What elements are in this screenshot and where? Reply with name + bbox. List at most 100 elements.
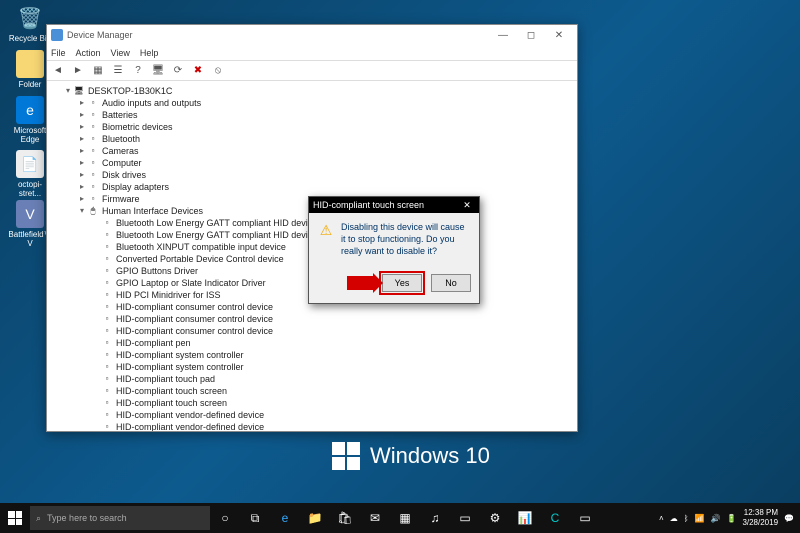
back-button[interactable]: ◄ [49, 63, 67, 79]
device-icon: ▫ [101, 362, 113, 372]
no-button[interactable]: No [431, 274, 471, 292]
tree-category[interactable]: ▸▫Computer [53, 157, 571, 169]
tree-device[interactable]: ▫HID-compliant consumer control device [53, 325, 571, 337]
taskbar-app2[interactable]: ♫ [420, 503, 450, 533]
confirm-dialog: HID-compliant touch screen ✕ ⚠ Disabling… [308, 196, 480, 304]
taskview-icon[interactable]: ⧉ [240, 503, 270, 533]
tray-cloud-icon[interactable]: ☁ [670, 514, 678, 523]
edge-icon: e [16, 96, 44, 124]
close-button[interactable]: ✕ [545, 26, 573, 44]
device-icon: ▫ [101, 266, 113, 276]
tray-battery-icon[interactable]: 🔋 [726, 514, 736, 523]
search-placeholder: Type here to search [47, 513, 127, 523]
help-button[interactable]: ? [129, 63, 147, 79]
taskbar-app6[interactable]: C [540, 503, 570, 533]
category-icon: ▫ [87, 158, 99, 168]
tree-device[interactable]: ▫HID-compliant vendor-defined device [53, 409, 571, 421]
tree-root[interactable]: ▾🖥DESKTOP-1B30K1C [53, 85, 571, 97]
tree-device[interactable]: ▫HID-compliant pen [53, 337, 571, 349]
tray-up-icon[interactable]: ˄ [659, 514, 664, 523]
category-icon: ▫ [87, 182, 99, 192]
taskbar: ⌕ Type here to search ○ ⧉ e 📁 🛍 ✉ ▦ ♫ ▭ … [0, 503, 800, 533]
titlebar[interactable]: Device Manager — ◻ ✕ [47, 25, 577, 45]
start-button[interactable] [0, 503, 30, 533]
uninstall-button[interactable]: ⦸ [209, 63, 227, 79]
minimize-button[interactable]: — [489, 26, 517, 44]
tree-category[interactable]: ▸▫Audio inputs and outputs [53, 97, 571, 109]
taskbar-edge[interactable]: e [270, 503, 300, 533]
system-tray[interactable]: ˄ ☁ ᛒ 📶 🔊 🔋 12:38 PM 3/28/2019 💬 [653, 508, 800, 528]
taskbar-app7[interactable]: ▭ [570, 503, 600, 533]
tree-category[interactable]: ▸▫Biometric devices [53, 121, 571, 133]
device-icon: ▫ [101, 290, 113, 300]
device-icon: ▫ [101, 314, 113, 324]
taskbar-mail[interactable]: ✉ [360, 503, 390, 533]
device-icon: ▫ [101, 230, 113, 240]
dialog-close-button[interactable]: ✕ [459, 200, 475, 211]
menu-view[interactable]: View [111, 48, 130, 58]
clock[interactable]: 12:38 PM 3/28/2019 [742, 508, 778, 528]
category-icon: ▫ [87, 110, 99, 120]
scan-button[interactable]: 🖥 [149, 63, 167, 79]
dialog-titlebar[interactable]: HID-compliant touch screen ✕ [309, 197, 479, 213]
taskbar-store[interactable]: 🛍 [330, 503, 360, 533]
tree-category[interactable]: ▸▫Display adapters [53, 181, 571, 193]
tree-device[interactable]: ▫HID-compliant touch pad [53, 373, 571, 385]
tree-category[interactable]: ▸▫Batteries [53, 109, 571, 121]
device-icon: ▫ [101, 242, 113, 252]
taskbar-app5[interactable]: 📊 [510, 503, 540, 533]
category-icon: ▫ [87, 134, 99, 144]
device-icon: ▫ [101, 422, 113, 431]
window-title: Device Manager [67, 30, 133, 40]
toolbar: ◄ ► ▦ ☰ ? 🖥 ⟳ ✖ ⦸ [47, 61, 577, 81]
windows-icon [332, 442, 360, 470]
update-button[interactable]: ⟳ [169, 63, 187, 79]
taskbar-app1[interactable]: ▦ [390, 503, 420, 533]
taskbar-explorer[interactable]: 📁 [300, 503, 330, 533]
annotation-arrow [347, 276, 375, 290]
category-icon: ▫ [87, 170, 99, 180]
properties-button[interactable]: ☰ [109, 63, 127, 79]
menu-file[interactable]: File [51, 48, 66, 58]
annotation-highlight: Yes [379, 271, 425, 295]
computer-icon: 🖥 [73, 86, 85, 96]
tree-device[interactable]: ▫HID-compliant vendor-defined device [53, 421, 571, 431]
tree-device[interactable]: ▫HID-compliant system controller [53, 349, 571, 361]
menu-help[interactable]: Help [140, 48, 159, 58]
cortana-icon[interactable]: ○ [210, 503, 240, 533]
tree-category[interactable]: ▸▫Disk drives [53, 169, 571, 181]
brand-text: Windows 10 [370, 443, 490, 469]
show-hidden-button[interactable]: ▦ [89, 63, 107, 79]
taskbar-app4[interactable]: ⚙ [480, 503, 510, 533]
device-icon: ▫ [101, 410, 113, 420]
menubar: File Action View Help [47, 45, 577, 61]
yes-button[interactable]: Yes [382, 274, 422, 292]
maximize-button[interactable]: ◻ [517, 26, 545, 44]
folder-icon [16, 50, 44, 78]
tray-volume-icon[interactable]: 🔊 [711, 514, 721, 523]
tree-device[interactable]: ▫HID-compliant system controller [53, 361, 571, 373]
menu-action[interactable]: Action [76, 48, 101, 58]
tray-bluetooth-icon[interactable]: ᛒ [684, 514, 689, 523]
tree-device[interactable]: ▫HID-compliant consumer control device [53, 313, 571, 325]
device-icon: ▫ [101, 374, 113, 384]
category-icon: ▫ [87, 122, 99, 132]
tree-category[interactable]: ▸▫Cameras [53, 145, 571, 157]
notifications-icon[interactable]: 💬 [784, 514, 794, 523]
trash-icon: 🗑️ [16, 4, 44, 32]
device-icon: ▫ [101, 326, 113, 336]
dialog-message: Disabling this device will cause it to s… [341, 221, 471, 257]
disable-button[interactable]: ✖ [189, 63, 207, 79]
category-icon: ▫ [87, 146, 99, 156]
tree-category[interactable]: ▸▫Bluetooth [53, 133, 571, 145]
forward-button[interactable]: ► [69, 63, 87, 79]
tree-device[interactable]: ▫HID-compliant touch screen [53, 385, 571, 397]
search-box[interactable]: ⌕ Type here to search [30, 506, 210, 530]
tree-device[interactable]: ▫HID-compliant touch screen [53, 397, 571, 409]
device-icon: ▫ [101, 278, 113, 288]
tray-wifi-icon[interactable]: 📶 [695, 514, 705, 523]
warning-icon: ⚠ [317, 221, 335, 239]
taskbar-app3[interactable]: ▭ [450, 503, 480, 533]
device-icon: ▫ [101, 386, 113, 396]
device-icon: ▫ [101, 338, 113, 348]
